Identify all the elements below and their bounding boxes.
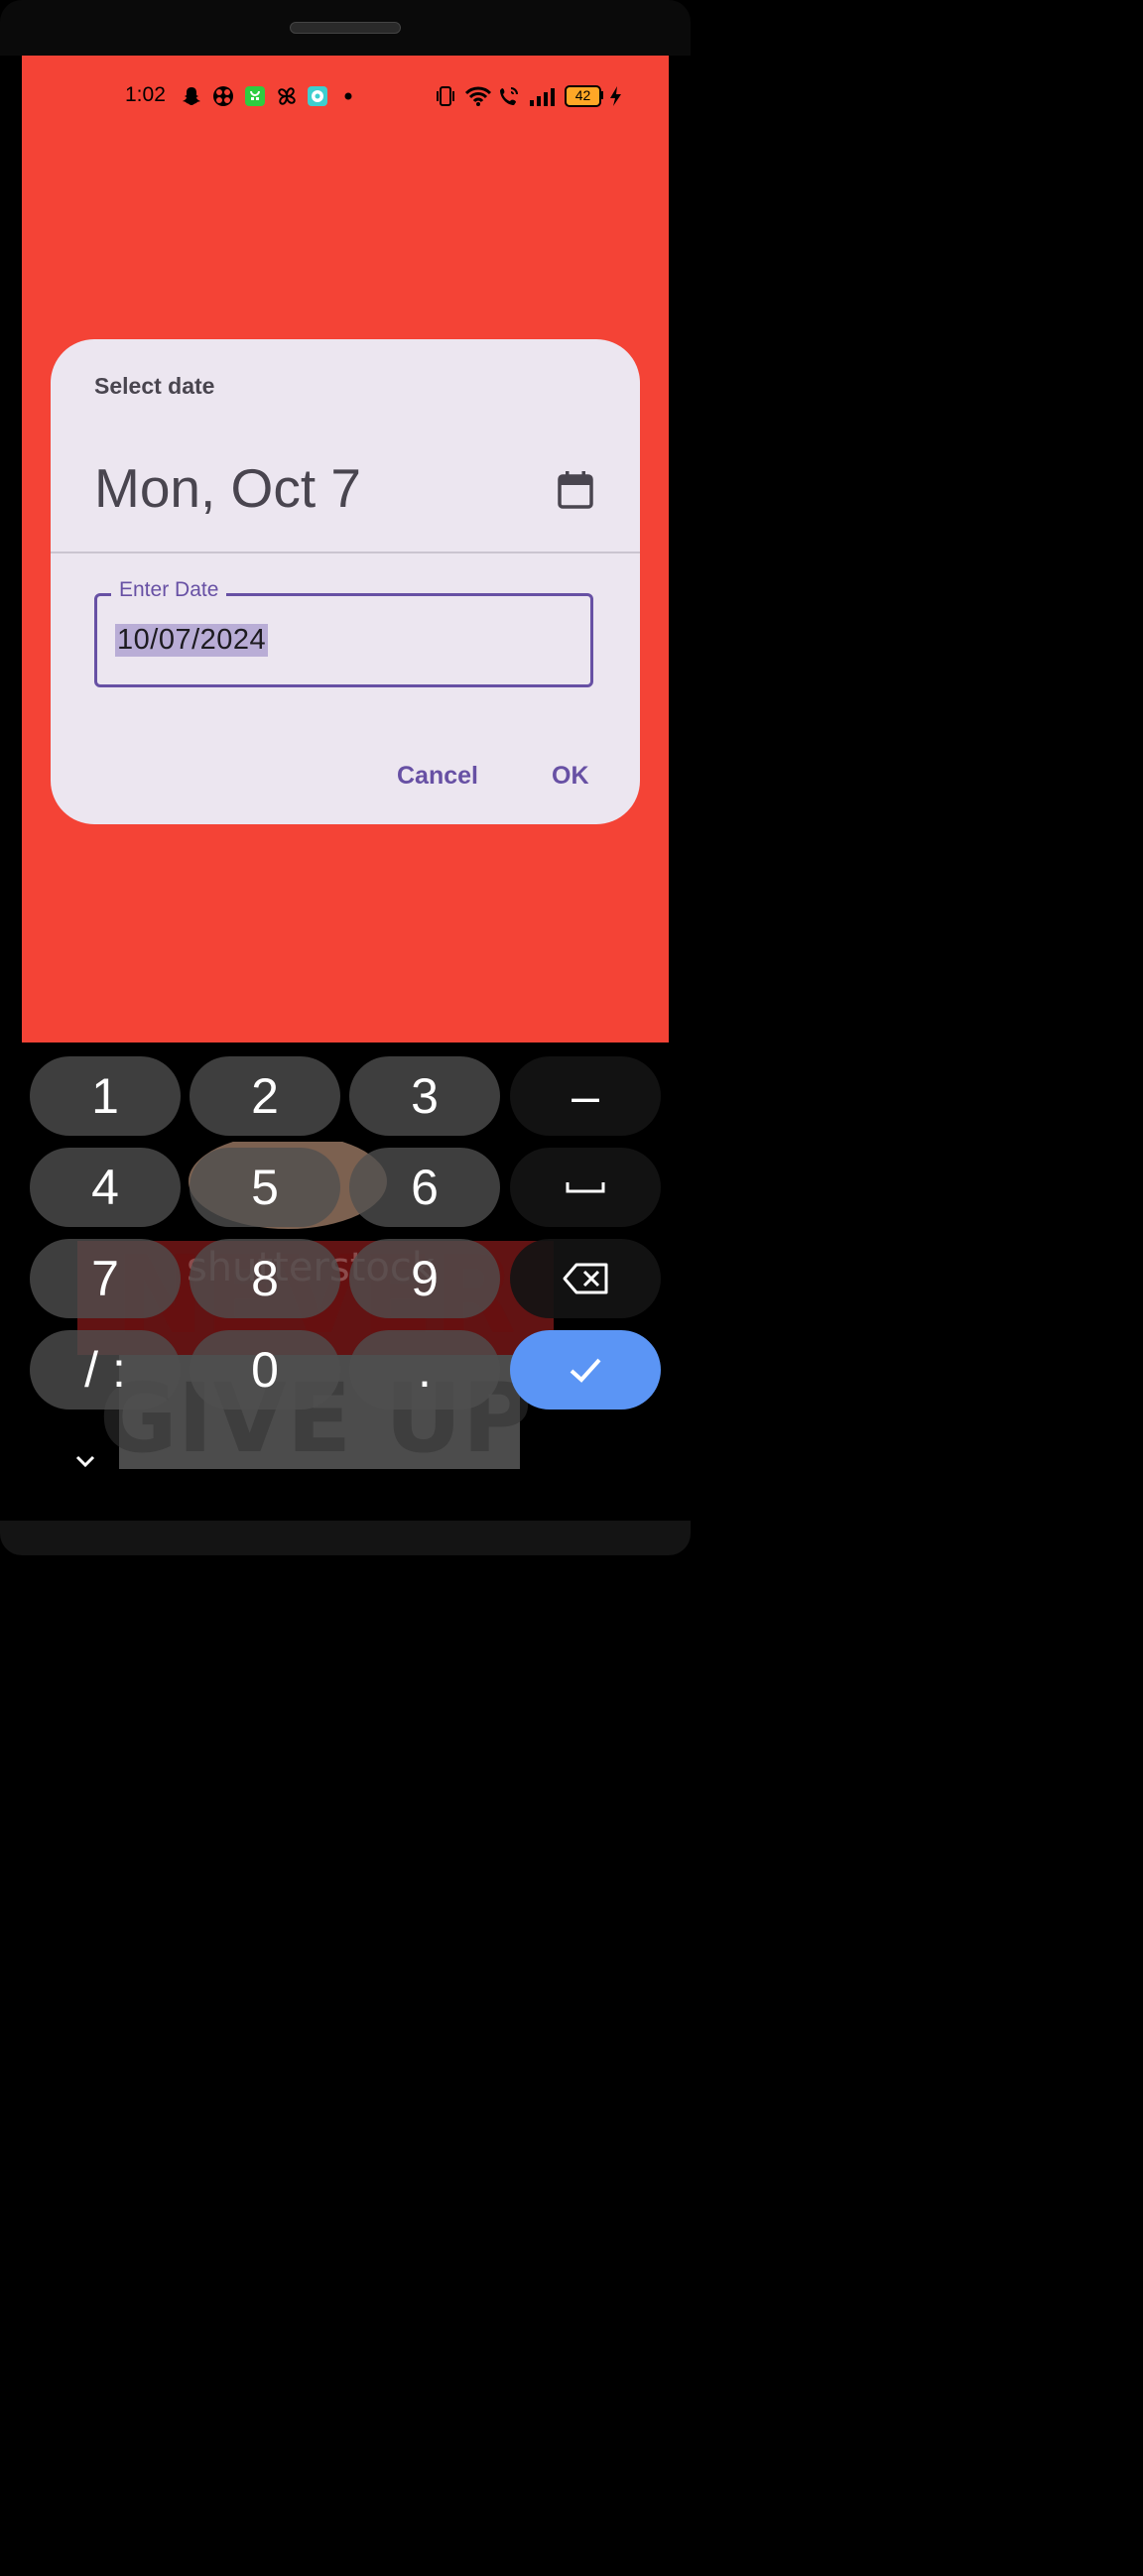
pinwheel-icon bbox=[278, 87, 296, 105]
chevron-down-icon[interactable] bbox=[71, 1451, 99, 1471]
backspace-icon bbox=[563, 1263, 608, 1294]
calendar-icon[interactable] bbox=[557, 470, 594, 510]
key-2[interactable]: 2 bbox=[190, 1056, 340, 1136]
numeric-keyboard: NEVER GIVE UP shutterstock 1 2 3 – 4 5 6… bbox=[0, 1043, 691, 1521]
signal-icon bbox=[530, 88, 555, 106]
key-1[interactable]: 1 bbox=[30, 1056, 181, 1136]
key-7[interactable]: 7 bbox=[30, 1239, 181, 1318]
space-icon bbox=[566, 1182, 605, 1193]
date-input-label: Enter Date bbox=[111, 578, 227, 602]
date-input-value[interactable]: 10/07/2024 bbox=[115, 624, 269, 657]
date-input-field[interactable]: Enter Date 10/07/2024 bbox=[94, 578, 593, 687]
shopping-icon bbox=[245, 86, 265, 106]
phone-top-bezel bbox=[0, 0, 691, 56]
header-divider bbox=[51, 552, 640, 553]
chat-app-icon bbox=[308, 86, 327, 106]
key-6[interactable]: 6 bbox=[349, 1148, 500, 1227]
key-4[interactable]: 4 bbox=[30, 1148, 181, 1227]
key-8[interactable]: 8 bbox=[190, 1239, 340, 1318]
key-space[interactable] bbox=[510, 1148, 661, 1227]
app-screen: 1:02 42 Select date Mon, Oct 7 Enter Dat… bbox=[22, 56, 669, 1043]
wifi-calling-icon bbox=[500, 87, 518, 105]
key-0[interactable]: 0 bbox=[190, 1330, 340, 1410]
date-picker-dialog: Select date Mon, Oct 7 Enter Date 10/07/… bbox=[51, 339, 640, 824]
charging-icon bbox=[610, 86, 621, 106]
ok-button[interactable]: OK bbox=[552, 762, 589, 791]
vibrate-icon bbox=[437, 86, 454, 106]
dot-icon bbox=[344, 92, 352, 100]
key-backspace[interactable] bbox=[510, 1239, 661, 1318]
dialog-title: Select date bbox=[94, 373, 215, 399]
snapchat-icon bbox=[183, 87, 200, 105]
speaker-grille bbox=[290, 22, 401, 34]
key-9[interactable]: 9 bbox=[349, 1239, 500, 1318]
key-3[interactable]: 3 bbox=[349, 1056, 500, 1136]
phone-bottom-bezel bbox=[0, 1521, 691, 1555]
selected-date-headline: Mon, Oct 7 bbox=[94, 457, 361, 519]
check-icon bbox=[570, 1358, 601, 1383]
status-time: 1:02 bbox=[125, 83, 166, 106]
cancel-button[interactable]: Cancel bbox=[397, 762, 478, 791]
status-bar: 1:02 42 bbox=[22, 81, 669, 113]
app-icon bbox=[213, 86, 233, 106]
wifi-icon bbox=[464, 86, 492, 106]
key-5[interactable]: 5 bbox=[190, 1148, 340, 1227]
battery-level: 42 bbox=[574, 87, 591, 103]
key-slash-colon[interactable]: / : bbox=[30, 1330, 181, 1410]
key-confirm[interactable] bbox=[510, 1330, 661, 1410]
battery-icon: 42 bbox=[565, 85, 603, 107]
key-dot[interactable]: . bbox=[349, 1330, 500, 1410]
key-dash[interactable]: – bbox=[510, 1056, 661, 1136]
